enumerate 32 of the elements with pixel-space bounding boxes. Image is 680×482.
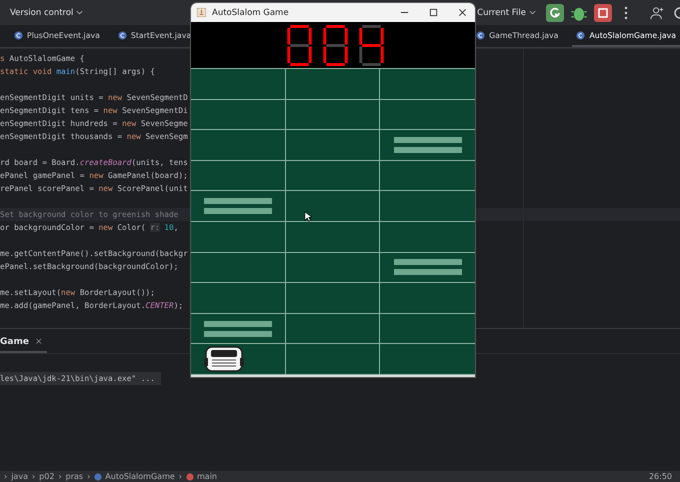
breadcrumb-separator: › <box>4 472 8 481</box>
breadcrumb[interactable]: pras <box>66 472 84 481</box>
stop-icon[interactable] <box>594 4 612 22</box>
caret-position[interactable]: 26:50 <box>648 472 672 481</box>
class-icon <box>14 30 23 40</box>
rerun-icon[interactable] <box>546 4 564 22</box>
search-icon[interactable] <box>674 6 680 20</box>
breadcrumb[interactable]: AutoSlalomGame <box>94 472 175 481</box>
class-icon <box>94 472 102 480</box>
maximize-icon[interactable] <box>429 8 438 17</box>
more-icon[interactable] <box>624 6 628 20</box>
breadcrumb-separator: › <box>87 472 90 481</box>
breadcrumb-separator: › <box>178 472 182 481</box>
run-configuration-menu[interactable]: Current File <box>477 8 536 18</box>
add-user-icon[interactable] <box>650 6 664 20</box>
version-control-menu[interactable]: Version control <box>10 8 84 18</box>
run-tab[interactable]: Game × <box>0 337 46 353</box>
chevron-down-icon <box>76 10 84 15</box>
class-icon <box>576 30 586 40</box>
mouse-pointer-icon <box>304 211 312 222</box>
class-icon <box>118 30 127 40</box>
chevron-down-icon <box>529 10 536 15</box>
window-title: AutoSlalom Game <box>212 8 289 18</box>
close-icon[interactable] <box>458 8 467 17</box>
breadcrumb[interactable]: java <box>11 472 28 481</box>
breadcrumb-separator: › <box>32 472 36 481</box>
breadcrumb[interactable]: p02 <box>39 472 54 481</box>
method-icon <box>186 472 194 480</box>
class-icon <box>476 30 486 40</box>
breadcrumb-separator: › <box>58 472 62 481</box>
breadcrumb[interactable]: main <box>186 472 217 481</box>
java-app-icon <box>197 8 206 17</box>
